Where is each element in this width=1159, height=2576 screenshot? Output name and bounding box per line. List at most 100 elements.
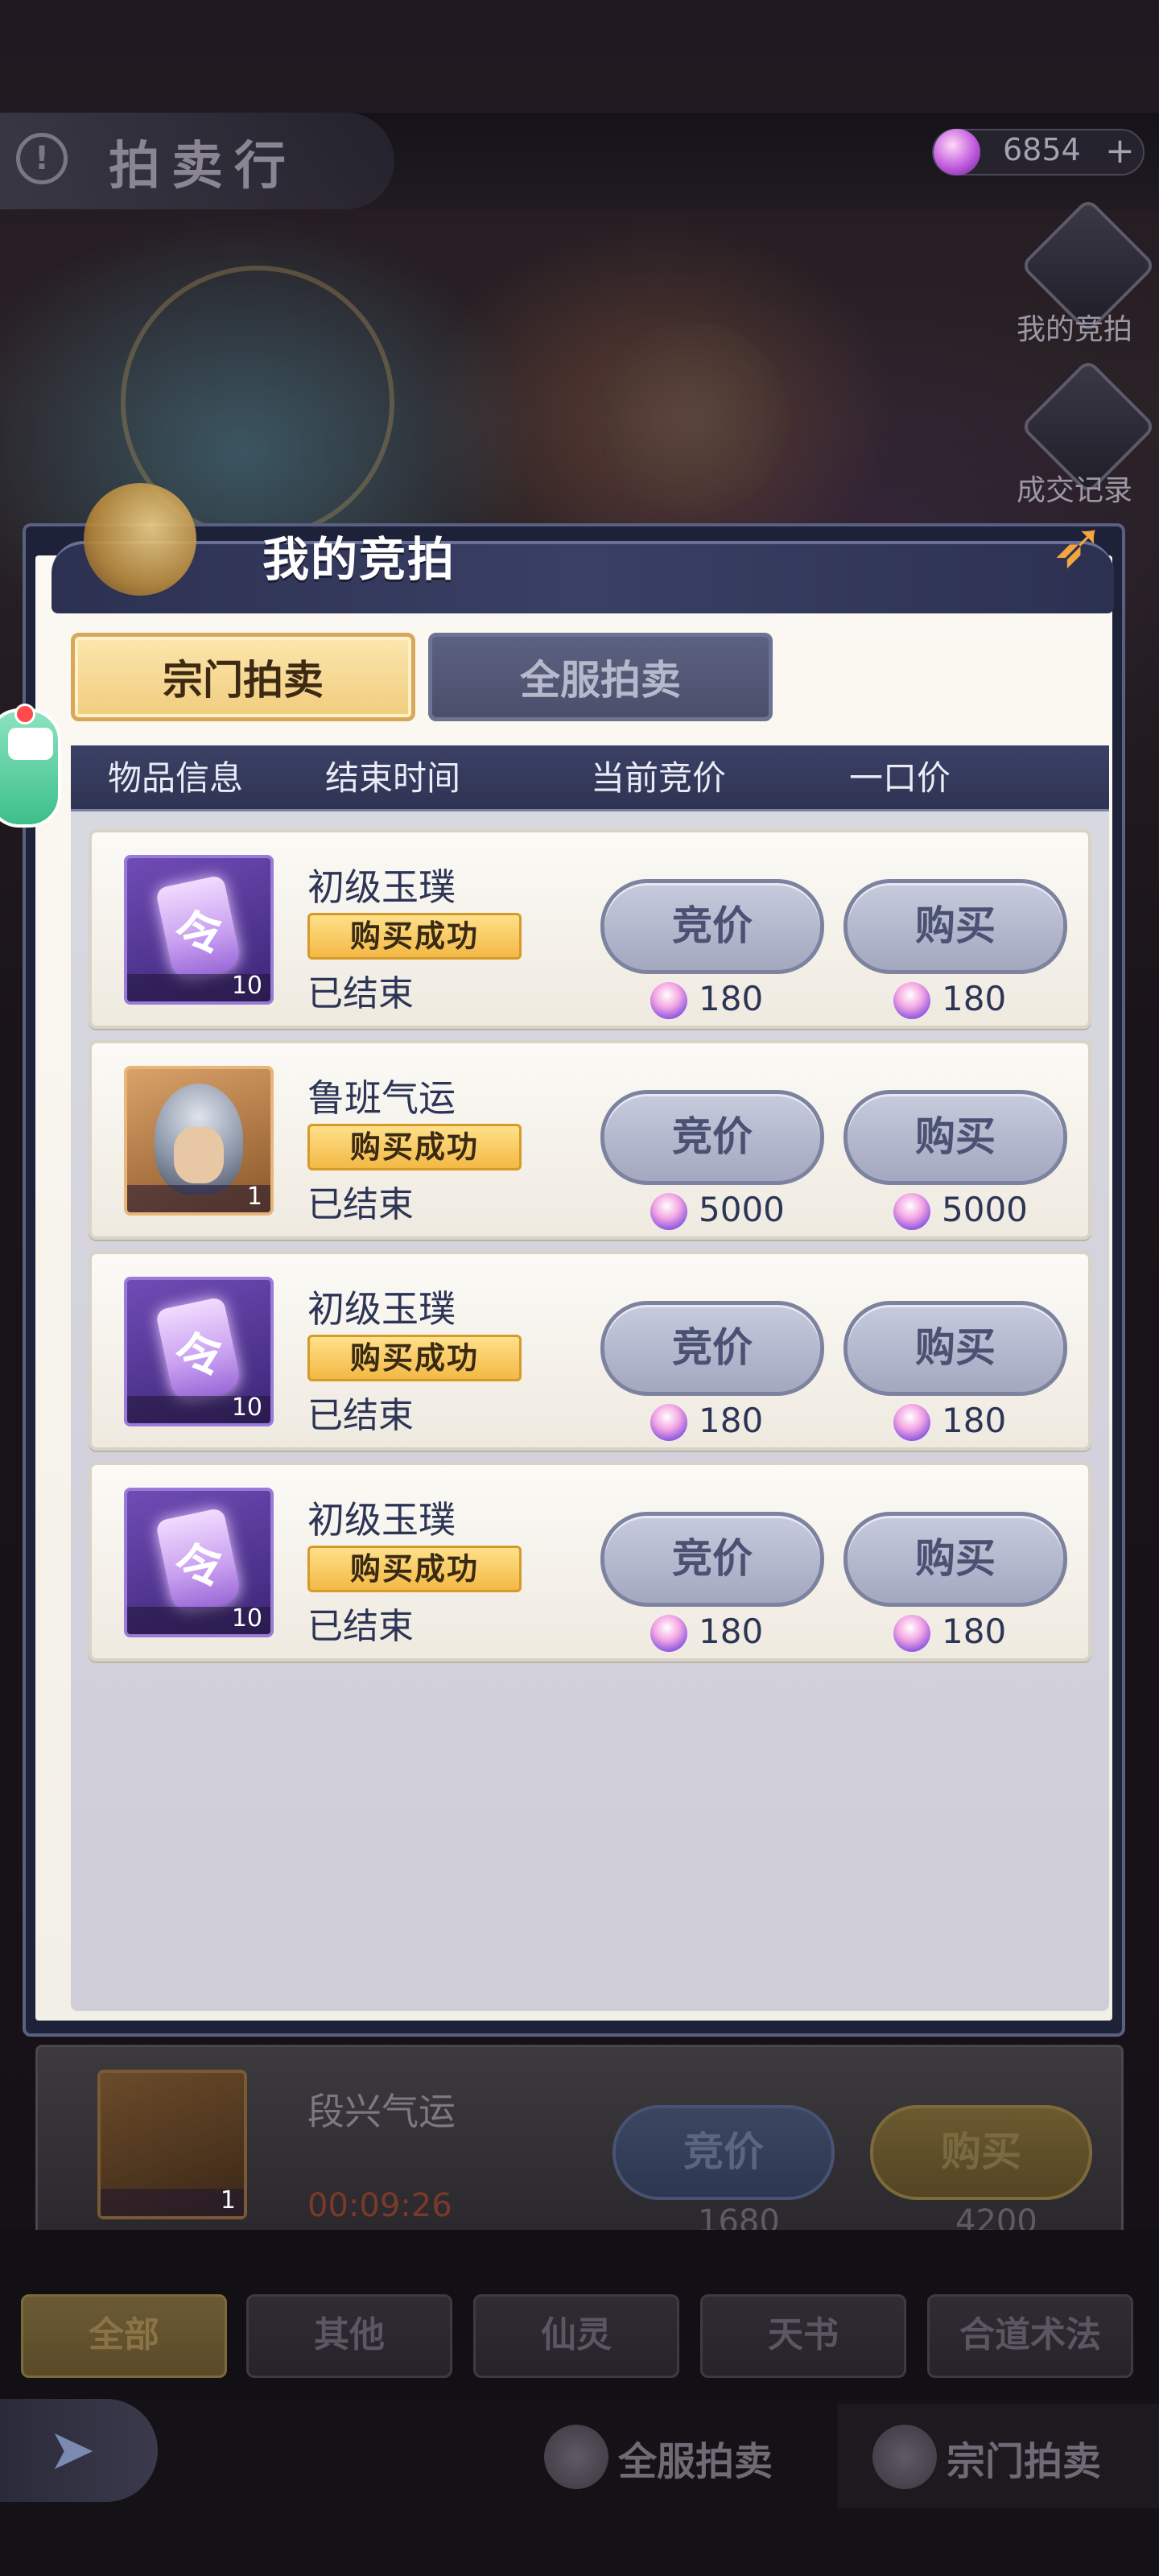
- item-name: 初级玉璞: [307, 1287, 456, 1331]
- jade-token-icon: 令: [155, 1296, 243, 1404]
- item-slot[interactable]: 令 10: [124, 1277, 274, 1426]
- notification-dot-icon: [14, 704, 35, 724]
- item-name: 段兴气运: [307, 2090, 456, 2133]
- item-name: 初级玉璞: [307, 865, 456, 909]
- bid-button-label: 竞价: [672, 902, 753, 949]
- modal-title: 我的竞拍: [262, 532, 456, 587]
- spirit-gem-icon: [893, 1404, 930, 1441]
- portrait-face: [174, 1127, 224, 1183]
- side-button-label: 我的竞拍: [1016, 313, 1132, 346]
- filter-dao-technique[interactable]: 合道术法: [927, 2294, 1133, 2378]
- spirit-gem-icon: [650, 1615, 687, 1652]
- item-quantity: 1: [246, 1183, 262, 1211]
- filter-other[interactable]: 其他: [246, 2294, 452, 2378]
- price-value: 180: [699, 1401, 764, 1440]
- price-value: 5000: [699, 1190, 785, 1229]
- jade-token-icon: 令: [155, 1507, 243, 1615]
- badge-text: 购买成功: [349, 1129, 479, 1165]
- nav-tab-label: 全服拍卖: [618, 2439, 773, 2484]
- end-status: 已结束: [307, 973, 414, 1014]
- filter-label: 仙灵: [541, 2314, 612, 2355]
- buy-button-label: 购买: [915, 1324, 996, 1371]
- bid-button[interactable]: 竞价: [612, 2105, 835, 2200]
- price-value: 180: [942, 1612, 1007, 1651]
- filter-spirit[interactable]: 仙灵: [473, 2294, 679, 2378]
- status-badge: 购买成功: [307, 1546, 522, 1592]
- add-currency-icon[interactable]: +: [1105, 132, 1135, 171]
- item-name: 鲁班气运: [307, 1076, 456, 1120]
- quantity-bar: 1: [101, 2186, 244, 2216]
- spirit-gem-icon: [934, 129, 980, 175]
- page-title: 拍卖行: [109, 137, 297, 196]
- filter-label: 天书: [768, 2314, 839, 2355]
- buy-button[interactable]: 购买: [843, 879, 1067, 974]
- item-slot[interactable]: 1: [124, 1066, 274, 1216]
- jade-token-icon: 令: [155, 874, 243, 982]
- duanxing-portrait-icon: 1: [97, 2070, 247, 2219]
- table-row: 令 10 初级玉璞 购买成功 已结束 竞价 购买 180 180: [89, 1462, 1091, 1662]
- quantity-bar: 10: [127, 972, 270, 1001]
- bids-list[interactable]: 令 10 初级玉璞 购买成功 已结束 竞价 购买 180 180 1 鲁班气运 …: [71, 811, 1109, 2011]
- swallow-decoration-icon: ➶: [1051, 507, 1106, 582]
- filter-all[interactable]: 全部: [21, 2294, 227, 2378]
- tab-server-auction[interactable]: 全服拍卖: [428, 633, 773, 721]
- item-quantity: 10: [231, 972, 262, 1000]
- bid-button[interactable]: 竞价: [600, 1090, 824, 1185]
- end-status: 已结束: [307, 1606, 414, 1647]
- buy-button[interactable]: 购买: [843, 1512, 1067, 1607]
- spirit-gem-icon: [893, 1615, 930, 1652]
- column-header: 一口价: [848, 758, 951, 798]
- spirit-gem-icon: [650, 1404, 687, 1441]
- back-button[interactable]: ➤: [0, 2399, 158, 2502]
- item-slot[interactable]: 令 10: [124, 855, 274, 1005]
- countdown-timer: 00:09:26: [307, 2187, 452, 2224]
- background-listing-row: 1 段兴气运 00:09:26 竞价 购买 1680 4200: [35, 2045, 1124, 2240]
- scene-decoration: [596, 322, 789, 515]
- floating-assistant-button[interactable]: [0, 704, 61, 828]
- end-status: 已结束: [307, 1184, 414, 1225]
- tab-label: 宗门拍卖: [163, 657, 324, 704]
- buy-button-label: 购买: [915, 902, 996, 949]
- price-value: 5000: [942, 1190, 1028, 1229]
- buy-button-label: 购买: [915, 1535, 996, 1582]
- item-quantity: 1: [220, 2186, 236, 2215]
- info-icon[interactable]: !: [16, 133, 68, 184]
- end-status: 已结束: [307, 1395, 414, 1436]
- modal-header: [52, 541, 1114, 613]
- status-badge: 购买成功: [307, 1335, 522, 1381]
- buy-button[interactable]: 购买: [870, 2105, 1092, 2200]
- item-name: 初级玉璞: [307, 1498, 456, 1542]
- price-value: 180: [942, 1401, 1007, 1440]
- quantity-bar: 1: [127, 1183, 270, 1212]
- quantity-bar: 10: [127, 1393, 270, 1423]
- buy-button-label: 购买: [941, 2128, 1021, 2175]
- bid-button[interactable]: 竞价: [600, 1301, 824, 1396]
- table-row: 1 鲁班气运 购买成功 已结束 竞价 购买 5000 5000: [89, 1040, 1091, 1240]
- price-value: 180: [699, 1612, 764, 1651]
- assistant-face-icon: [8, 728, 53, 760]
- table-header: 物品信息 结束时间 当前竞价 一口价: [71, 745, 1109, 811]
- filter-label: 合道术法: [959, 2314, 1101, 2355]
- buy-button[interactable]: 购买: [843, 1090, 1067, 1185]
- filter-heavenly-book[interactable]: 天书: [700, 2294, 906, 2378]
- my-bids-modal: 我的竞拍 ➶ 宗门拍卖 全服拍卖 物品信息 结束时间 当前竞价 一口价 令 10…: [23, 483, 1125, 2037]
- tab-sect-auction[interactable]: 宗门拍卖: [71, 633, 415, 721]
- buy-button-label: 购买: [915, 1113, 996, 1160]
- item-slot[interactable]: 令 10: [124, 1488, 274, 1637]
- filter-label: 其他: [314, 2314, 385, 2355]
- moon-decoration-icon: [84, 483, 196, 596]
- side-button-my-bids[interactable]: 我的竞拍: [998, 197, 1157, 362]
- item-quantity: 10: [231, 1604, 262, 1633]
- bid-button[interactable]: 竞价: [600, 1512, 824, 1607]
- side-button-trade-record[interactable]: 成交记录: [998, 358, 1157, 523]
- table-row: 令 10 初级玉璞 购买成功 已结束 竞价 购买 180 180: [89, 1251, 1091, 1451]
- spirit-gem-icon: [650, 1193, 687, 1230]
- spirit-gem-icon: [650, 982, 687, 1019]
- nav-tab-label: 宗门拍卖: [947, 2439, 1102, 2484]
- tab-label: 全服拍卖: [520, 657, 681, 704]
- price-value: 180: [699, 979, 764, 1018]
- sect-icon: [872, 2425, 937, 2489]
- buy-button[interactable]: 购买: [843, 1301, 1067, 1396]
- group-icon: [544, 2425, 608, 2489]
- bid-button[interactable]: 竞价: [600, 879, 824, 974]
